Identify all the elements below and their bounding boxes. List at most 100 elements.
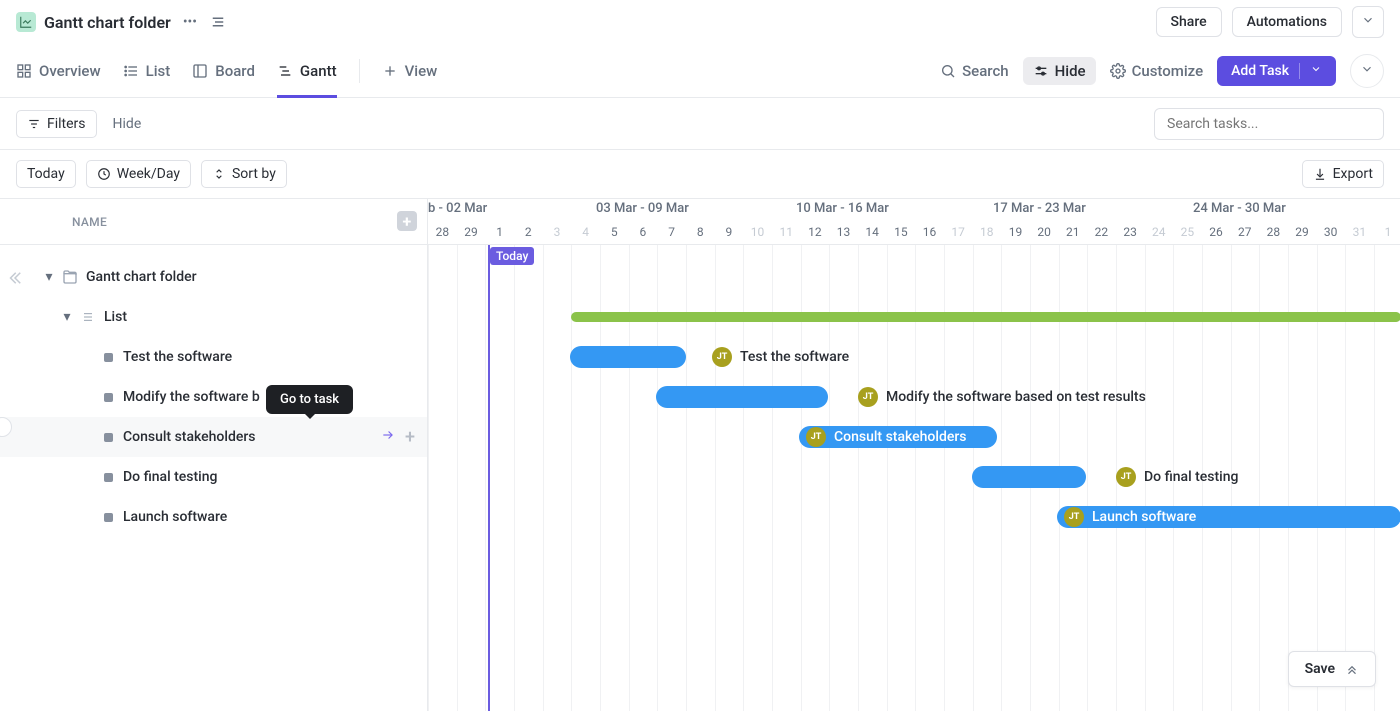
search-tasks-input[interactable] [1154,108,1384,140]
gantt-timeline[interactable]: b - 02 Mar03 Mar - 09 Mar10 Mar - 16 Mar… [428,199,1400,711]
day-cell: 5 [600,220,629,244]
day-cell: 13 [829,220,858,244]
week-range-label: 10 Mar - 16 Mar [796,201,889,216]
expander-icon[interactable]: ▾ [60,310,74,324]
day-cell: 15 [887,220,916,244]
day-cell: 22 [1087,220,1116,244]
tree-task-row[interactable]: Test the software [0,337,427,377]
automations-chevron[interactable] [1352,6,1384,38]
expander-icon[interactable]: ▾ [42,270,56,284]
task-bar[interactable] [570,346,686,368]
tool-label: Search [962,62,1009,80]
customize-tool[interactable]: Customize [1110,62,1204,80]
day-cell: 4 [571,220,600,244]
automations-button[interactable]: Automations [1232,7,1342,37]
more-options-button[interactable] [1350,54,1384,88]
button-label: Sort by [232,166,276,182]
assignee-avatar[interactable]: JT [1116,467,1136,487]
sort-button[interactable]: Sort by [201,160,287,188]
filters-button[interactable]: Filters [16,110,97,138]
tree-task-row[interactable]: Do final testing [0,457,427,497]
task-bar-label: JTDo final testing [1116,466,1238,488]
gear-icon [1110,63,1126,79]
tree-task-row[interactable]: Launch software [0,497,427,537]
task-bar[interactable] [972,466,1086,488]
day-cell: 29 [457,220,486,244]
add-task-button[interactable]: Add Task [1217,56,1336,86]
today-button[interactable]: Today [16,160,76,188]
day-cell: 3 [543,220,572,244]
folder-badge[interactable]: Gantt chart folder [16,12,171,32]
day-cell: 17 [944,220,973,244]
sort-icon [212,167,226,181]
day-cell: 18 [972,220,1001,244]
tab-board[interactable]: Board [192,44,255,97]
tree-folder-row[interactable]: ▾ Gantt chart folder [0,257,427,297]
tab-list[interactable]: List [123,44,171,97]
gantt-sidebar: NAME + ▾ Gantt chart folder ▾ List Test … [0,199,428,711]
chevron-double-up-icon [1345,662,1359,676]
status-dot-icon [104,513,113,522]
hide-link[interactable]: Hide [113,116,142,132]
assignee-avatar[interactable]: JT [712,347,732,367]
day-cell: 31 [1345,220,1374,244]
row-label: Gantt chart folder [86,269,197,285]
add-subtask-icon[interactable]: + [405,427,415,448]
scale-button[interactable]: Week/Day [86,160,191,188]
tab-label: Board [215,62,255,80]
go-to-task-tooltip: Go to task [266,385,353,414]
button-label: Week/Day [117,166,180,182]
day-cell: 10 [743,220,772,244]
day-cell: 9 [715,220,744,244]
tree-list-row[interactable]: ▾ List [0,297,427,337]
assignee-avatar[interactable]: JT [806,427,826,447]
export-button[interactable]: Export [1302,160,1384,188]
download-icon [1313,167,1327,181]
tree-task-row[interactable]: Consult stakeholders + [0,417,427,457]
search-input-field[interactable] [1167,116,1371,132]
tab-label: View [405,62,438,80]
plus-icon [382,63,398,79]
day-cell: 6 [629,220,658,244]
chevron-down-icon [1360,62,1374,80]
add-view[interactable]: View [382,44,438,97]
day-cell: 2 [514,220,543,244]
tree-task-row[interactable]: Modify the software b [0,377,427,417]
share-button[interactable]: Share [1156,7,1222,37]
search-tool[interactable]: Search [940,62,1009,80]
tab-overview[interactable]: Overview [16,44,101,97]
week-range-label: b - 02 Mar [428,201,487,216]
day-cell: 20 [1030,220,1059,244]
collapse-icon[interactable] [209,13,227,31]
button-label: Export [1333,166,1373,182]
assignee-avatar[interactable]: JT [1064,507,1084,527]
name-column-header: NAME [72,215,107,229]
task-bar-label: JTConsult stakeholders [806,426,967,448]
grid-icon [16,63,32,79]
week-range-label: 24 Mar - 30 Mar [1193,201,1286,216]
day-cell: 11 [772,220,801,244]
status-dot-icon [104,433,113,442]
day-cell: 12 [801,220,830,244]
row-label: List [104,309,127,325]
gantt-icon [277,63,293,79]
hide-tool[interactable]: Hide [1023,57,1096,85]
settings-sliders-icon [1033,63,1049,79]
day-cell: 21 [1058,220,1087,244]
day-cell: 23 [1116,220,1145,244]
tab-gantt[interactable]: Gantt [277,44,337,97]
more-icon[interactable]: ••• [183,14,197,30]
task-bar-label: JTTest the software [712,346,849,368]
row-label: Launch software [123,509,227,525]
task-bar[interactable] [656,386,828,408]
go-to-task-icon[interactable] [379,428,397,446]
folder-icon [62,269,78,285]
save-button[interactable]: Save [1288,651,1376,687]
assignee-avatar[interactable]: JT [858,387,878,407]
board-icon [192,63,208,79]
row-label: Modify the software b [123,389,260,405]
folder-title: Gantt chart folder [44,13,171,32]
summary-bar[interactable] [571,312,1400,322]
filter-icon [27,117,41,131]
add-column-button[interactable]: + [397,211,417,231]
